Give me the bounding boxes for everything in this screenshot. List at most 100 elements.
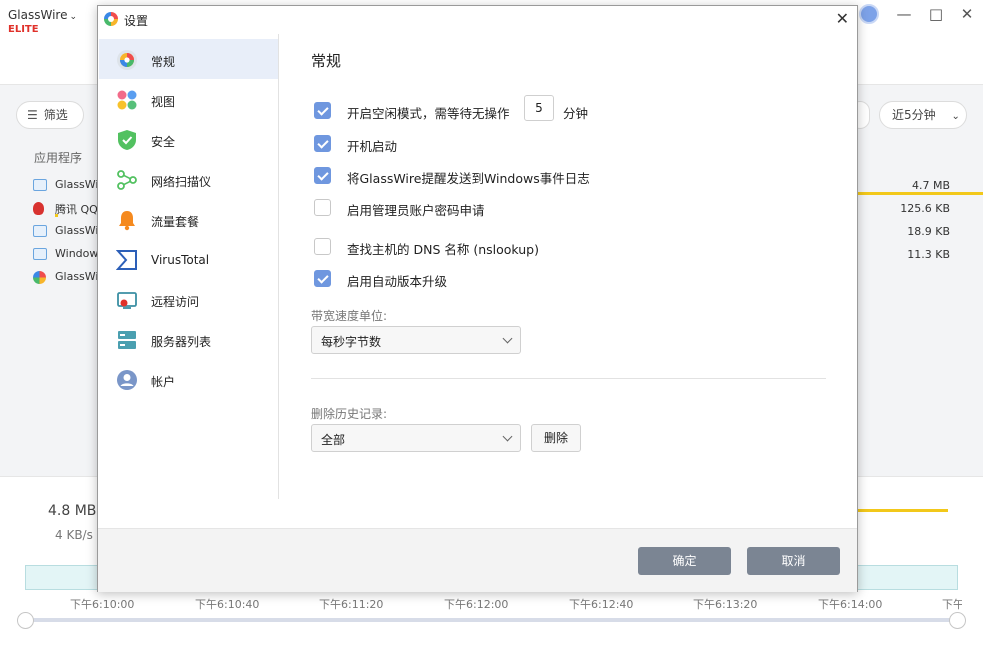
usage-line — [858, 509, 948, 512]
nslookup-checkbox[interactable] — [314, 238, 331, 255]
app-name: 腾讯 QQ — [55, 203, 98, 216]
filter-icon: ☰ — [27, 108, 38, 122]
app-name: GlassWi — [55, 270, 99, 283]
network-scanner-icon — [117, 170, 137, 190]
app-size: 18.9 KB — [907, 225, 950, 238]
chevron-down-icon: ⌄ — [951, 111, 960, 122]
time-label: 下午6 — [942, 598, 962, 611]
nav-label: 常规 — [151, 55, 176, 69]
nav-item-view[interactable]: 视图 — [99, 79, 278, 119]
bell-icon — [119, 211, 135, 231]
nav-label: 服务器列表 — [151, 335, 212, 349]
content-divider — [311, 378, 826, 379]
delete-history-button[interactable]: 删除 — [531, 424, 581, 452]
usage-bar — [857, 192, 983, 195]
server-list-icon — [118, 331, 136, 349]
dialog-footer: 确定 取消 — [98, 528, 857, 592]
app-size: 4.7 MB — [911, 179, 950, 192]
autostart-option[interactable]: 开机启动 — [311, 134, 831, 154]
idle-mode-checkbox[interactable] — [314, 102, 331, 119]
filter-label: 筛选 — [43, 108, 68, 122]
filter-button[interactable]: ☰ 筛选 — [16, 101, 84, 129]
total-data: 4.8 MB — [48, 503, 97, 519]
idle-unit-label: 分钟 — [563, 106, 589, 121]
nav-item-account[interactable]: 帐户 — [99, 359, 278, 399]
time-label: 下午6:10:40 — [195, 598, 260, 611]
total-rate: 4 KB/s — [55, 528, 93, 542]
general-icon — [117, 50, 137, 70]
close-icon[interactable]: ✕ — [836, 9, 849, 29]
time-label: 下午6:12:00 — [444, 598, 509, 611]
timeline-right-handle[interactable] — [949, 612, 966, 629]
virustotal-icon — [116, 250, 137, 270]
view-icon — [117, 90, 137, 110]
account-icon — [117, 370, 137, 390]
close-window-icon[interactable]: ✕ — [956, 4, 978, 26]
app-name: GlassWi — [55, 178, 99, 191]
chevron-down-icon — [502, 431, 513, 442]
time-label: 下午6:12:40 — [569, 598, 634, 611]
dialog-title: 设置 — [124, 14, 149, 28]
dialog-titlebar[interactable]: 设置 ✕ — [98, 6, 857, 34]
nav-item-security[interactable]: 安全 — [99, 119, 278, 159]
auto-update-option[interactable]: 启用自动版本升级 — [311, 269, 831, 289]
maximize-icon[interactable]: □ — [925, 4, 947, 26]
option-label: 查找主机的 DNS 名称 (nslookup) — [347, 242, 539, 257]
nslookup-option[interactable]: 查找主机的 DNS 名称 (nslookup) — [311, 237, 831, 257]
nav-label: 帐户 — [151, 375, 176, 389]
bandwidth-unit-label: 带宽速度单位: — [311, 309, 388, 323]
app-size: 11.3 KB — [907, 248, 950, 261]
nav-item-server-list[interactable]: 服务器列表 — [99, 319, 278, 359]
time-label: 下午6:13:20 — [693, 598, 758, 611]
settings-dialog: 设置 ✕ 常规 视图 安全 网络扫描仪 流量套餐 VirusTotal 远程访问… — [97, 5, 858, 592]
nav-label: 远程访问 — [151, 295, 200, 309]
nav-divider — [278, 34, 279, 499]
window-icon — [33, 225, 47, 237]
chevron-down-icon — [502, 333, 513, 344]
time-label: 下午6:10:00 — [70, 598, 135, 611]
remote-access-icon — [117, 292, 137, 309]
timeline-left-handle[interactable] — [17, 612, 34, 629]
chevron-down-icon: ⌄ — [69, 12, 78, 22]
ok-button[interactable]: 确定 — [638, 547, 731, 575]
time-range-label: 近5分钟 — [892, 108, 936, 122]
idle-mode-option[interactable]: 开启空闲模式，需等待无操作 5 分钟 — [311, 95, 831, 121]
edition-badge: ELITE — [8, 24, 39, 35]
minimize-icon[interactable]: — — [893, 4, 915, 26]
option-label: 开启空闲模式，需等待无操作 — [347, 106, 510, 121]
event-log-checkbox[interactable] — [314, 167, 331, 184]
option-label: 将GlassWire提醒发送到Windows事件日志 — [347, 171, 590, 186]
nav-item-remote-access[interactable]: 远程访问 — [99, 279, 278, 319]
nav-item-data-plan[interactable]: 流量套餐 — [99, 199, 278, 239]
admin-password-option[interactable]: 启用管理员账户密码申请 — [311, 198, 831, 218]
idle-minutes-input[interactable]: 5 — [524, 95, 554, 121]
nav-label: 流量套餐 — [151, 215, 200, 229]
delete-history-select[interactable]: 全部 — [311, 424, 521, 452]
option-label: 开机启动 — [347, 139, 398, 154]
nav-item-network-scanner[interactable]: 网络扫描仪 — [99, 159, 278, 199]
time-label: 下午6:14:00 — [818, 598, 883, 611]
delete-history-label: 删除历史记录: — [311, 407, 388, 421]
event-log-option[interactable]: 将GlassWire提醒发送到Windows事件日志 — [311, 166, 831, 186]
usage-dot — [55, 214, 58, 217]
select-value: 全部 — [321, 433, 346, 447]
admin-password-checkbox[interactable] — [314, 199, 331, 216]
apps-section-title: 应用程序 — [34, 151, 83, 165]
app-name: GlassWi — [55, 224, 99, 237]
user-avatar[interactable] — [859, 4, 879, 24]
window-icon — [33, 179, 47, 191]
time-range-select[interactable]: 近5分钟 ⌄ — [879, 101, 967, 129]
qq-icon — [33, 202, 44, 215]
bandwidth-unit-select[interactable]: 每秒字节数 — [311, 326, 521, 354]
auto-update-checkbox[interactable] — [314, 270, 331, 287]
timeline-scrollbar[interactable] — [25, 618, 958, 622]
select-value: 每秒字节数 — [321, 335, 382, 349]
nav-label: 安全 — [151, 135, 176, 149]
section-title: 常规 — [311, 52, 342, 70]
nav-item-general[interactable]: 常规 — [99, 39, 278, 79]
app-brand-menu[interactable]: GlassWire ⌄ ELITE — [8, 8, 77, 35]
autostart-checkbox[interactable] — [314, 135, 331, 152]
shield-icon — [118, 130, 136, 150]
nav-item-virustotal[interactable]: VirusTotal — [99, 239, 278, 279]
cancel-button[interactable]: 取消 — [747, 547, 840, 575]
